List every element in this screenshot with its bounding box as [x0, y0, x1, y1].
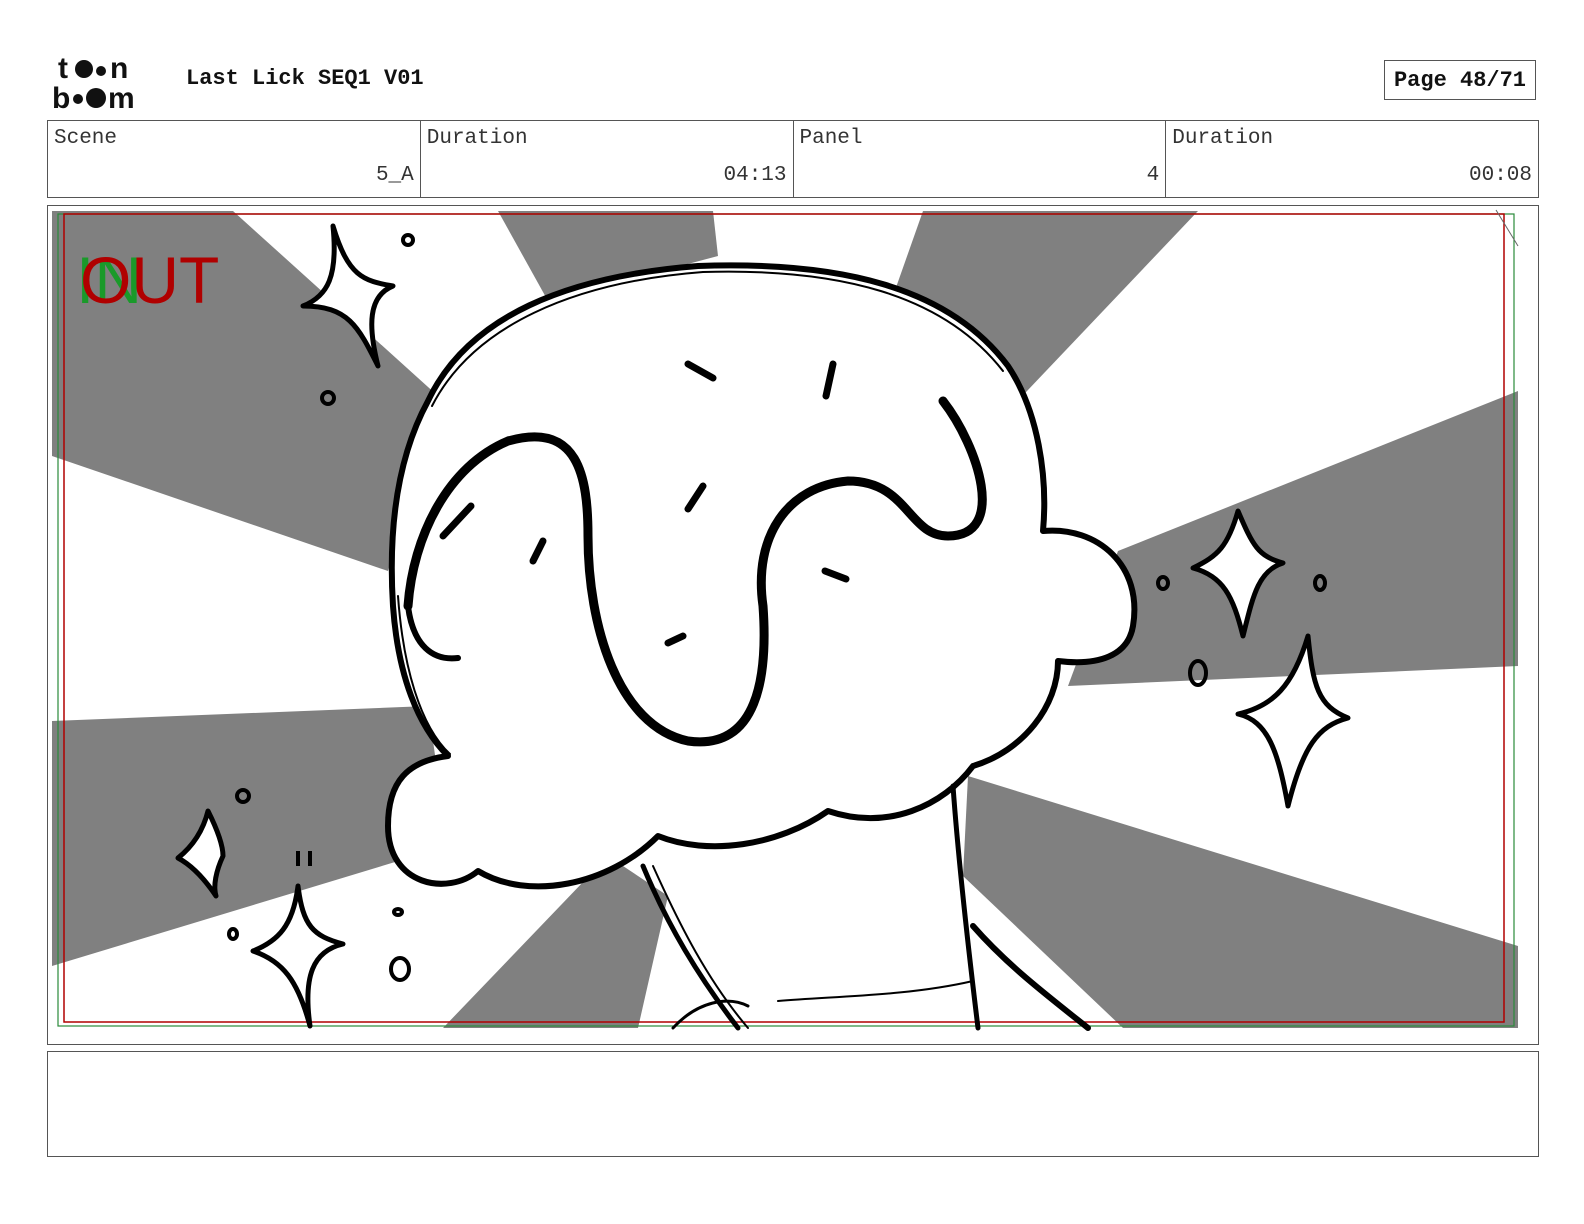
scene-label: Scene [54, 127, 118, 150]
panel-duration-label: Duration [1172, 127, 1274, 150]
scene-value: 5_A [375, 164, 414, 187]
svg-text:b: b [52, 82, 70, 112]
panel-notes-box [47, 1051, 1539, 1157]
document-title: Last Lick SEQ1 V01 [186, 66, 424, 91]
scene-cell: Scene 5_A [48, 121, 421, 197]
svg-text:m: m [108, 82, 135, 112]
svg-text:t: t [58, 52, 68, 85]
out-marker: OUT [80, 243, 219, 317]
panel-cell: Panel 4 [794, 121, 1167, 197]
panel-value: 4 [1146, 164, 1160, 187]
panel-duration-value: 00:08 [1468, 164, 1532, 187]
page-indicator: Page 48/71 [1384, 60, 1536, 100]
scene-duration-value: 04:13 [723, 164, 787, 187]
scene-duration-cell: Duration 04:13 [421, 121, 794, 197]
panel-label: Panel [799, 127, 863, 150]
svg-text:n: n [110, 52, 128, 85]
toon-boom-logo: t n b m [52, 50, 164, 115]
panel-drawing: IN OUT [52, 209, 1519, 1031]
info-table: Scene 5_A Duration 04:13 Panel 4 Duratio… [47, 120, 1539, 198]
panel-duration-cell: Duration 00:08 [1166, 121, 1538, 197]
scene-duration-label: Duration [426, 127, 528, 150]
storyboard-panel: IN OUT [47, 205, 1539, 1045]
